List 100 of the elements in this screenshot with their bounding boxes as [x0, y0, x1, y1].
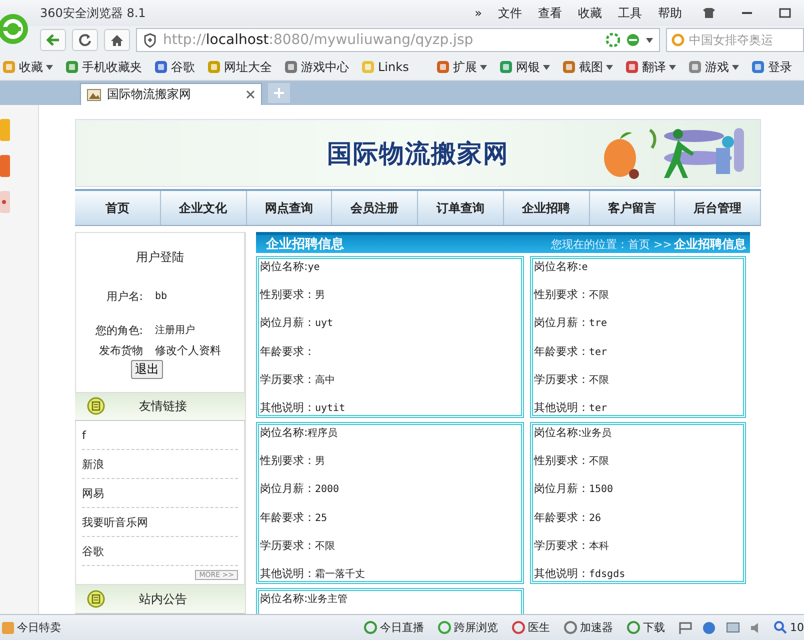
status-item[interactable]: 今日直播: [364, 620, 424, 635]
job-field: 岗位月薪：2000: [260, 481, 520, 496]
header-title: 站内公告: [139, 590, 187, 608]
bookmark-item[interactable]: 游戏中心: [284, 58, 349, 76]
field-label: 用户名:: [105, 288, 143, 304]
status-item[interactable]: 今日特卖: [2, 620, 61, 635]
search-icon: [774, 621, 787, 634]
job-field: 年龄要求：25: [260, 510, 520, 525]
bookmark-icon: [154, 60, 168, 74]
search-engine-icon: [671, 33, 685, 47]
status-item[interactable]: 加速器: [564, 620, 613, 635]
bookmark-icon: [65, 60, 79, 74]
bookmark-icon: [207, 60, 221, 74]
friend-link[interactable]: 谷歌: [82, 537, 238, 566]
field-label: 您的角色:: [94, 322, 143, 338]
logout-button[interactable]: 退出: [131, 360, 163, 379]
status-icon: [512, 621, 525, 634]
home-icon: [110, 34, 124, 46]
breadcrumb: 您现在的位置：首页 >> 企业招聘信息: [551, 236, 746, 252]
menu-item[interactable]: 查看: [538, 4, 562, 22]
bookmark-item[interactable]: 谷歌: [154, 58, 195, 76]
screen-icon[interactable]: [726, 622, 740, 634]
nav-item[interactable]: 订单查询: [418, 191, 504, 225]
job-field: 岗位名称:e: [534, 259, 742, 274]
toolbar-item[interactable]: 网银: [499, 58, 550, 76]
browser-tab[interactable]: 国际物流搬家网: [80, 83, 262, 105]
caret-icon: [646, 38, 653, 42]
bookmark-item[interactable]: 收藏: [2, 58, 53, 76]
job-field: 岗位名称:业务员: [534, 425, 742, 440]
nav-item[interactable]: 后台管理: [675, 191, 761, 225]
job-field: 岗位月薪：tre: [534, 315, 742, 330]
toolbar-item[interactable]: 扩展: [436, 58, 487, 76]
bookmark-icon: [688, 60, 702, 74]
login-title: 用户登陆: [136, 249, 184, 266]
publish-link[interactable]: 发布货物: [85, 342, 143, 358]
status-icon: [438, 621, 451, 634]
job-field: 学历要求：本科: [534, 538, 742, 553]
field-value: bb: [155, 290, 168, 302]
job-field: 岗位月薪：uyt: [260, 315, 520, 330]
menu-item[interactable]: 帮助: [658, 4, 682, 22]
job-field: 岗位月薪：1500: [534, 481, 742, 496]
notebook-icon: [87, 590, 105, 608]
back-arrow-icon: [46, 34, 60, 46]
bookmark-item[interactable]: 手机收藏夹: [65, 58, 142, 76]
toolbar-item[interactable]: 登录: [751, 58, 792, 76]
close-icon[interactable]: [246, 90, 255, 99]
nav-item[interactable]: 客户留言: [590, 191, 676, 225]
nav-item[interactable]: 会员注册: [332, 191, 418, 225]
field-value: 注册用户: [155, 324, 195, 337]
job-field: 其他说明：uytit: [260, 400, 520, 415]
bookmark-item[interactable]: Links: [361, 60, 409, 74]
window-title: 360安全浏览器 8.1: [40, 4, 146, 22]
menu-item[interactable]: 工具: [618, 4, 642, 22]
menu-item[interactable]: 文件: [498, 4, 522, 22]
status-icon: [364, 621, 377, 634]
job-field: 其他说明：霜一落千丈: [260, 566, 520, 581]
address-field[interactable]: http://localhost:8080/mywuliuwang/qyzp.jsp: [136, 28, 660, 52]
job-field: 其他说明：fdsgds: [534, 566, 742, 581]
browser-logo-icon: [0, 12, 30, 46]
job-field: 学历要求：高中: [260, 372, 520, 387]
friend-link[interactable]: 网易: [82, 479, 238, 508]
nav-item[interactable]: 企业招聘: [504, 191, 590, 225]
status-icon: [627, 621, 640, 634]
plus-icon: [274, 88, 284, 98]
friend-link[interactable]: f: [82, 421, 238, 450]
header-title: 友情链接: [139, 398, 187, 415]
bookmark-item[interactable]: 网址大全: [207, 58, 272, 76]
refresh-button[interactable]: [72, 29, 98, 51]
status-icon: [564, 621, 577, 634]
back-button[interactable]: [40, 29, 66, 51]
nav-item[interactable]: 网点查询: [246, 191, 332, 225]
home-button[interactable]: [104, 29, 130, 51]
friend-link[interactable]: 新浪: [82, 450, 238, 480]
status-item[interactable]: 医生: [512, 620, 550, 635]
job-field: 性别要求：男: [260, 453, 520, 468]
toolbar-item[interactable]: 截图: [562, 58, 613, 76]
job-field: 年龄要求：26: [534, 510, 742, 525]
bookmark-icon: [284, 60, 298, 74]
job-field: 年龄要求：ter: [534, 344, 742, 359]
job-field: 其他说明：ter: [534, 400, 742, 415]
page-icon: [87, 88, 101, 100]
nav-item[interactable]: 首页: [75, 191, 161, 225]
shield-icon: [143, 32, 157, 48]
toolbar-item[interactable]: 翻译: [625, 58, 676, 76]
profile-link[interactable]: 修改个人资料: [155, 342, 221, 358]
zoom-control[interactable]: 10: [774, 621, 804, 634]
job-field: 岗位名称:程序员: [260, 425, 520, 440]
job-field: 学历要求：不限: [260, 538, 520, 553]
job-field: 性别要求：不限: [534, 287, 742, 302]
flag-icon[interactable]: [679, 622, 692, 634]
menu-item[interactable]: 收藏: [578, 4, 602, 22]
nav-item[interactable]: 企业文化: [160, 191, 246, 225]
bookmark-icon: [2, 60, 16, 74]
bookmark-icon: [562, 60, 576, 74]
menu-item[interactable]: »: [474, 6, 482, 20]
status-item[interactable]: 下载: [627, 620, 665, 635]
section-title: 企业招聘信息: [266, 236, 344, 253]
toolbar-item[interactable]: 游戏: [688, 58, 739, 76]
friend-link[interactable]: 我要听音乐网: [82, 508, 238, 538]
status-item[interactable]: 跨屏浏览: [438, 620, 498, 635]
